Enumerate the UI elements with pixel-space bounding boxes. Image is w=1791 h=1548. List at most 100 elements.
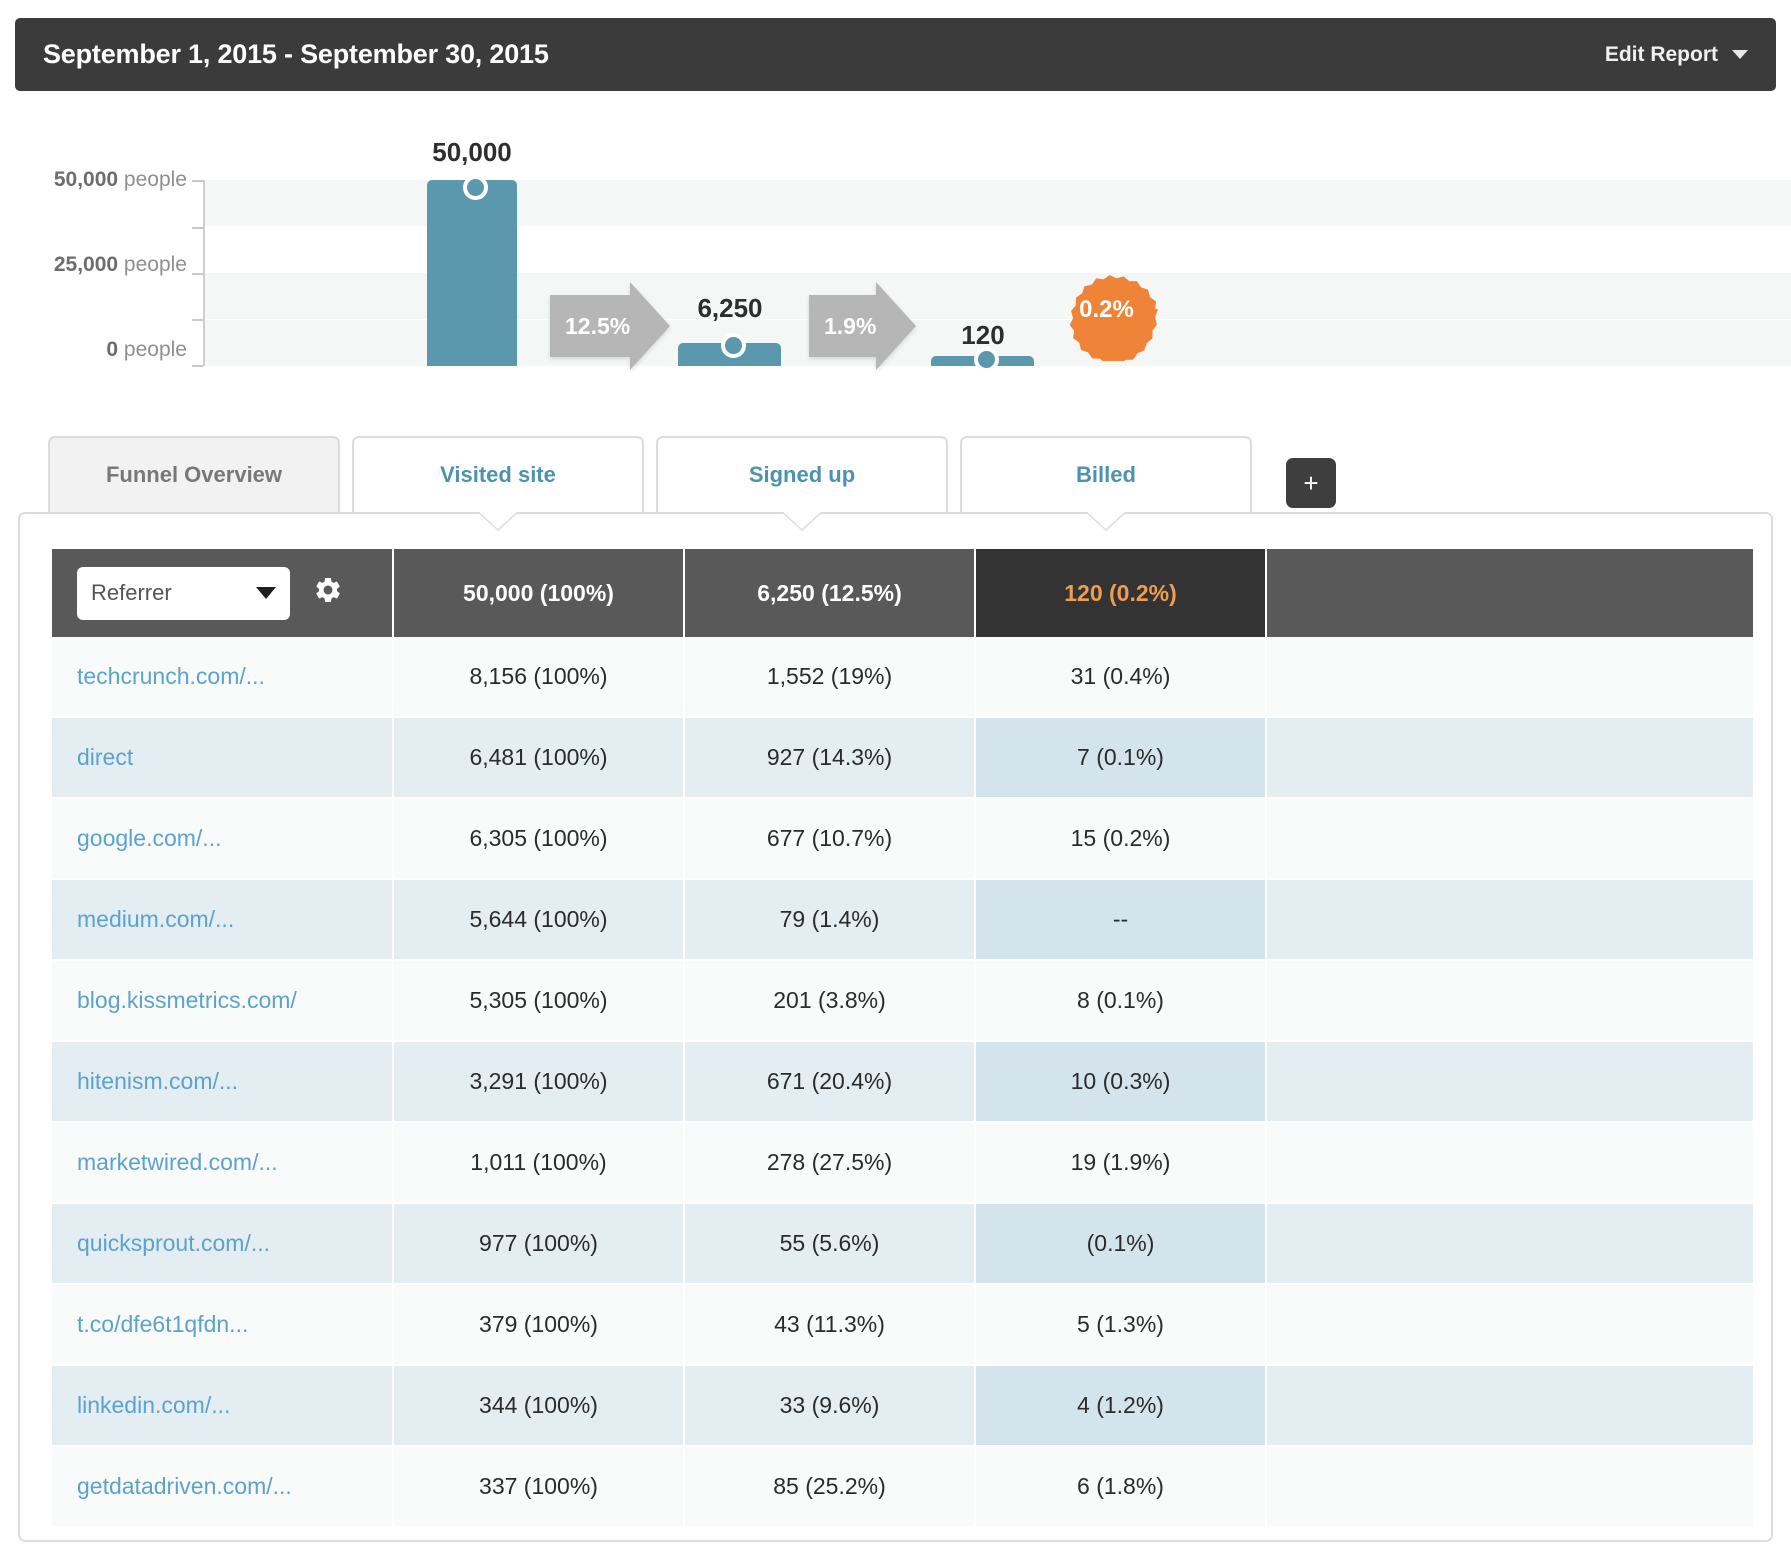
cell-billed: (0.1%) <box>976 1204 1265 1285</box>
cell-visited-site: 5,644 (100%) <box>394 880 683 961</box>
bar-value-billed: 120 <box>961 320 1005 350</box>
tab-billed-label: Billed <box>1076 462 1136 487</box>
bar-dot-signed-up <box>721 333 746 358</box>
cell-billed: 10 (0.3%) <box>976 1042 1265 1123</box>
cell-billed: 19 (1.9%) <box>976 1123 1265 1204</box>
cell-visited-site: 6,305 (100%) <box>394 799 683 880</box>
cell-dimension[interactable]: quicksprout.com/... <box>52 1204 392 1285</box>
tab-visited-site-label: Visited site <box>440 462 556 487</box>
tab-signed-up-label: Signed up <box>748 462 856 487</box>
table-header: Referrer 50,000 (100%) 6,250 (12.5%) 120… <box>52 549 1753 637</box>
table-row: techcrunch.com/... 8,156 (100%) 1,552 (19%… <box>52 637 1753 718</box>
edit-report-label: Edit Report <box>1604 42 1718 66</box>
table-row: hitenism.com/... 3,291 (100%) 671 (20.4%) 1… <box>52 1042 1753 1123</box>
cell-empty <box>1267 1204 1753 1285</box>
cell-dimension[interactable]: hitenism.com/... <box>52 1042 392 1123</box>
cell-dimension[interactable]: techcrunch.com/... <box>52 637 392 718</box>
cell-visited-site: 5,305 (100%) <box>394 961 683 1042</box>
cell-dimension[interactable]: direct <box>52 718 392 799</box>
dimension-select[interactable]: Referrer <box>77 566 290 620</box>
cell-visited-site: 3,291 (100%) <box>394 1042 683 1123</box>
cell-signed-up: 43 (11.3%) <box>685 1285 974 1366</box>
cell-empty <box>1267 1447 1753 1528</box>
header-billed[interactable]: 120 (0.2%) <box>976 549 1265 637</box>
tab-visited-site[interactable]: Visited site <box>352 436 644 529</box>
cell-signed-up: 201 (3.8%) <box>685 961 974 1042</box>
cell-dimension[interactable]: blog.kissmetrics.com/ <box>52 961 392 1042</box>
table-row: linkedin.com/... 344 (100%) 33 (9.6%) 4 (1.… <box>52 1366 1753 1447</box>
cell-signed-up: 278 (27.5%) <box>685 1123 974 1204</box>
cell-signed-up: 677 (10.7%) <box>685 799 974 880</box>
cell-visited-site: 8,156 (100%) <box>394 637 683 718</box>
table-row: google.com/... 6,305 (100%) 677 (10.7%) 15 … <box>52 799 1753 880</box>
cell-billed: 4 (1.2%) <box>976 1366 1265 1447</box>
cell-dimension[interactable]: linkedin.com/... <box>52 1366 392 1447</box>
bar-value-signed-up: 6,250 <box>697 293 763 323</box>
cell-dimension[interactable]: getdatadriven.com/... <box>52 1447 392 1528</box>
cell-visited-site: 344 (100%) <box>394 1366 683 1447</box>
funnel-step-tabs: Funnel Overview Visited site Signed up B… <box>48 436 1336 529</box>
cell-dimension[interactable]: t.co/dfe6t1qfdn... <box>52 1285 392 1366</box>
cell-visited-site: 379 (100%) <box>394 1285 683 1366</box>
cell-billed: -- <box>976 880 1265 961</box>
table-body: techcrunch.com/... 8,156 (100%) 1,552 (19%… <box>52 637 1753 1528</box>
header-signed-up[interactable]: 6,250 (12.5%) <box>685 549 974 637</box>
table-row: direct 6,481 (100%) 927 (14.3%) 7 (0.1%) <box>52 718 1753 799</box>
cell-billed: 15 (0.2%) <box>976 799 1265 880</box>
cell-billed: 8 (0.1%) <box>976 961 1265 1042</box>
bar-visited-site[interactable] <box>427 180 517 366</box>
cell-signed-up: 927 (14.3%) <box>685 718 974 799</box>
table-header-row: Referrer 50,000 (100%) 6,250 (12.5%) 120… <box>52 549 1753 637</box>
dimension-header-cell: Referrer <box>52 549 392 637</box>
funnel-chart: 50,000 people 25,000 people 0 people 50,… <box>0 110 1791 430</box>
conversion-arrow-1-label: 12.5% <box>565 312 631 339</box>
cell-billed: 6 (1.8%) <box>976 1447 1265 1528</box>
tab-notch-icon <box>1085 510 1127 529</box>
chevron-down-icon <box>256 587 276 599</box>
table-row: medium.com/... 5,644 (100%) 79 (1.4%) -- <box>52 880 1753 961</box>
header-empty <box>1267 549 1753 637</box>
cell-signed-up: 85 (25.2%) <box>685 1447 974 1528</box>
cell-billed: 7 (0.1%) <box>976 718 1265 799</box>
cell-visited-site: 6,481 (100%) <box>394 718 683 799</box>
cell-billed: 31 (0.4%) <box>976 637 1265 718</box>
cell-visited-site: 977 (100%) <box>394 1204 683 1285</box>
tab-billed[interactable]: Billed <box>960 436 1252 529</box>
cell-billed: 5 (1.3%) <box>976 1285 1265 1366</box>
bar-value-visited-site: 50,000 <box>432 137 512 167</box>
table-row: getdatadriven.com/... 337 (100%) 85 (25.2%… <box>52 1447 1753 1528</box>
breakdown-panel: Referrer 50,000 (100%) 6,250 (12.5%) 120… <box>18 512 1773 1542</box>
cell-signed-up: 33 (9.6%) <box>685 1366 974 1447</box>
cell-signed-up: 671 (20.4%) <box>685 1042 974 1123</box>
cell-empty <box>1267 880 1753 961</box>
cell-dimension[interactable]: marketwired.com/... <box>52 1123 392 1204</box>
funnel-report-page: September 1, 2015 - September 30, 2015 E… <box>0 0 1791 1548</box>
add-step-button[interactable]: + <box>1286 458 1336 508</box>
y-tick-label-50000: 50,000 people <box>53 168 187 191</box>
gear-icon[interactable] <box>313 575 343 611</box>
y-tick-mark-50000 <box>192 180 203 182</box>
overall-conversion-label: 0.2% <box>1079 295 1134 323</box>
cell-dimension[interactable]: google.com/... <box>52 799 392 880</box>
cell-empty <box>1267 799 1753 880</box>
conversion-arrow-1: 12.5% <box>550 282 670 370</box>
tab-funnel-overview[interactable]: Funnel Overview <box>48 436 340 514</box>
y-tick-label-0: 0 people <box>106 338 187 361</box>
tab-notch-icon <box>477 510 519 529</box>
table-row: blog.kissmetrics.com/5,305 (100%) 201 (3.… <box>52 961 1753 1042</box>
table-row: quicksprout.com/... 977 (100%) 55 (5.6%) (0… <box>52 1204 1753 1285</box>
cell-empty <box>1267 1285 1753 1366</box>
y-tick-mark-25000 <box>192 273 203 275</box>
y-axis: 50,000 people 25,000 people 0 people <box>0 110 195 410</box>
tab-signed-up[interactable]: Signed up <box>656 436 948 529</box>
header-visited-site[interactable]: 50,000 (100%) <box>394 549 683 637</box>
table-row: t.co/dfe6t1qfdn... 379 (100%) 43 (11.3%) 5 … <box>52 1285 1753 1366</box>
tab-notch-icon <box>781 510 823 529</box>
edit-report-button[interactable]: Edit Report <box>1605 43 1748 67</box>
y-tick-mark-37500 <box>192 227 203 229</box>
y-tick-mark-0-2 <box>192 365 203 367</box>
bar-dot-visited-site <box>463 175 488 200</box>
cell-signed-up: 79 (1.4%) <box>685 880 974 961</box>
plot-area: 50,000 12.5% 6,250 1.9% 120 0.2% <box>205 137 1791 372</box>
cell-dimension[interactable]: medium.com/... <box>52 880 392 961</box>
